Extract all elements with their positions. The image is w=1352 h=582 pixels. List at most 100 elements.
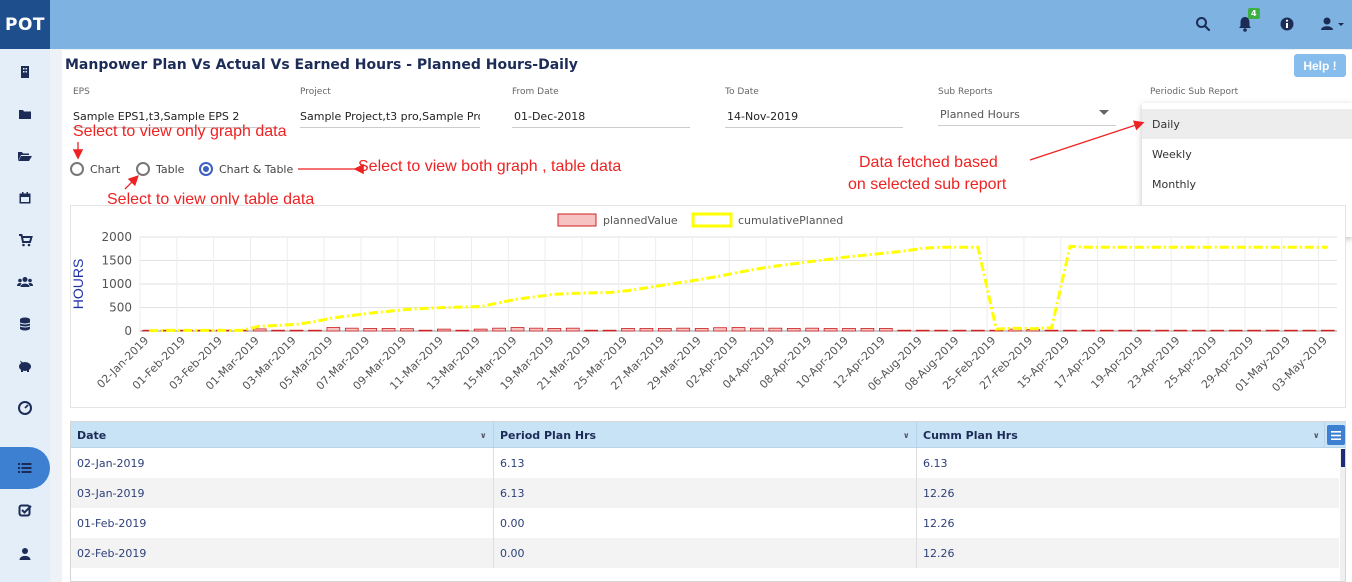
bar-planned-value	[934, 329, 948, 332]
option-daily[interactable]: Daily	[1142, 109, 1352, 139]
radio-chart[interactable]: Chart	[70, 162, 120, 176]
bar-planned-value	[363, 328, 378, 332]
y-tick-label: 0	[124, 324, 132, 338]
project-field[interactable]: Sample Project,t3 pro,Sample Proje	[300, 110, 480, 128]
sidebar-item-folder[interactable]	[0, 93, 50, 135]
column-header-date-label: Date	[77, 428, 107, 442]
to-date-field[interactable]: 14-Nov-2019	[725, 110, 903, 128]
app-logo[interactable]: POT	[0, 0, 50, 49]
bar-planned-value	[1044, 329, 1059, 332]
bar-planned-value	[326, 327, 341, 332]
calendar-icon	[19, 192, 31, 204]
sidebar-item-tasks[interactable]	[0, 489, 50, 531]
from-date-label: From Date	[512, 87, 559, 97]
column-header-cumm-plan-label: Cumm Plan Hrs	[923, 428, 1018, 442]
legend-label-cumulative-planned: cumulativePlanned	[738, 214, 843, 227]
table-row[interactable]: 01-Feb-2019 0.00 12.26	[71, 508, 1339, 538]
radio-table-circle[interactable]	[136, 162, 150, 176]
cell-cumm: 12.26	[923, 516, 955, 530]
table-row[interactable]: 02-Feb-2019 0.00 12.26	[71, 538, 1339, 568]
table-row[interactable]: 03-Jan-2019 6.13 12.26	[71, 478, 1339, 508]
legend-swatch-planned-value	[557, 213, 597, 227]
sidebar-item-cart[interactable]	[0, 219, 50, 261]
bar-planned-value	[455, 329, 470, 332]
cell-date: 03-Jan-2019	[71, 478, 494, 508]
bar-planned-value	[731, 327, 746, 332]
bar-planned-value	[915, 329, 930, 332]
sidebar-item-piggy-bank[interactable]	[0, 345, 50, 387]
radio-chart-label: Chart	[90, 162, 121, 176]
bar-planned-value	[308, 329, 322, 332]
bar-planned-value	[602, 329, 617, 332]
from-date-field[interactable]: 01-Dec-2018	[512, 110, 690, 128]
cell-period: 6.13	[494, 478, 917, 508]
cart-icon	[18, 234, 33, 247]
bar-planned-value	[786, 328, 801, 332]
cell-period: 6.13	[494, 448, 917, 478]
bar-planned-value	[1320, 329, 1335, 332]
sub-reports-label: Sub Reports	[938, 87, 993, 97]
bar-planned-value	[1118, 329, 1133, 332]
column-header-cumm-plan[interactable]: Cumm Plan Hrs ∨	[917, 422, 1325, 448]
legend-swatch-cumulative-planned	[691, 212, 733, 228]
bar-planned-value	[1136, 329, 1151, 332]
cell-date: 02-Feb-2019	[71, 538, 494, 568]
radio-chart-circle[interactable]	[70, 162, 84, 176]
bar-planned-value	[1302, 329, 1317, 332]
sidebar-item-folder-open[interactable]	[0, 135, 50, 177]
sidebar-item-user[interactable]	[0, 533, 50, 575]
radio-chart-and-table-circle[interactable]	[199, 162, 213, 176]
table-scrollbar[interactable]	[1340, 449, 1345, 581]
chevron-down-icon[interactable]: ∨	[480, 431, 487, 440]
sub-reports-select[interactable]: Planned Hours	[938, 108, 1116, 126]
table-header: Date ∨ Period Plan Hrs ∨ Cumm Plan Hrs ∨	[71, 422, 1345, 448]
column-header-period-plan[interactable]: Period Plan Hrs ∨	[494, 422, 917, 448]
y-tick-label: 1500	[101, 254, 132, 268]
bar-planned-value	[1063, 329, 1077, 332]
sidebar-item-reports[interactable]	[0, 447, 50, 489]
table-menu-button[interactable]	[1327, 425, 1345, 445]
hamburger-icon	[1331, 430, 1341, 440]
bar-planned-value	[823, 328, 838, 332]
line-cumulative-planned	[149, 244, 1328, 333]
search-icon[interactable]	[1194, 15, 1212, 33]
to-date-label: To Date	[725, 87, 759, 97]
table-scrollbar-thumb[interactable]	[1341, 449, 1345, 467]
help-button[interactable]: Help !	[1294, 54, 1346, 77]
radio-chart-and-table-label: Chart & Table	[219, 162, 294, 176]
option-monthly[interactable]: Monthly	[1142, 169, 1352, 199]
cell-date: 01-Feb-2019	[71, 508, 494, 538]
annotation-both: Select to view both graph , table data	[358, 158, 622, 175]
bar-planned-value	[510, 327, 525, 332]
piggy-bank-icon	[19, 360, 31, 372]
sidebar-item-database[interactable]	[0, 303, 50, 345]
info-icon[interactable]	[1278, 15, 1296, 33]
planned-hours-chart: 0 500 1000 1500 2000 HOURS plannedValue cumulat…	[70, 212, 1337, 394]
radio-table[interactable]: Table	[136, 162, 184, 176]
chevron-down-icon[interactable]: ∨	[903, 431, 910, 440]
bar-planned-value	[344, 327, 359, 332]
sidebar-item-dashboard[interactable]	[0, 387, 50, 429]
top-bar	[0, 0, 1352, 49]
bar-planned-value	[971, 329, 985, 332]
sidebar-item-building[interactable]	[0, 51, 50, 93]
radio-chart-and-table[interactable]: Chart & Table	[199, 162, 293, 176]
bar-planned-value	[1081, 329, 1096, 332]
bar-planned-value	[860, 328, 875, 332]
bar-planned-value	[676, 327, 691, 332]
column-header-date[interactable]: Date ∨	[71, 422, 494, 448]
chevron-down-icon[interactable]: ∨	[1313, 431, 1320, 440]
chevron-down-icon[interactable]	[1099, 110, 1109, 115]
bar-planned-value	[418, 329, 433, 332]
sidebar-item-users[interactable]	[0, 261, 50, 303]
user-menu-icon[interactable]	[1318, 15, 1346, 33]
sidebar	[0, 49, 50, 582]
bar-planned-value	[713, 327, 727, 332]
annotation-sub-report-line2: on selected sub report	[848, 176, 1007, 193]
option-weekly[interactable]: Weekly	[1142, 139, 1352, 169]
table-row[interactable]: 02-Jan-2019 6.13 6.13	[71, 448, 1339, 478]
folder-open-icon	[18, 152, 32, 161]
sidebar-item-calendar[interactable]	[0, 177, 50, 219]
bar-planned-value	[750, 327, 764, 332]
bar-planned-value	[952, 329, 967, 332]
